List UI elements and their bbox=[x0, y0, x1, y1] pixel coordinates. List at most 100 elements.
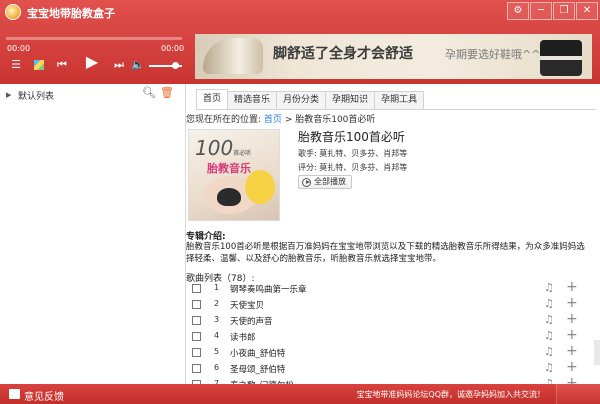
default-list-header[interactable]: ▶ 默认列表 🔍︎ 🗑︎ bbox=[0, 84, 185, 106]
settings-button[interactable]: ⚙ bbox=[507, 2, 529, 20]
app-logo-icon bbox=[5, 4, 21, 20]
restore-button[interactable]: ❐ bbox=[553, 2, 575, 20]
cover-title: 胎教音乐 bbox=[207, 162, 251, 175]
feedback-icon[interactable] bbox=[9, 389, 20, 399]
trash-icon[interactable]: 🗑︎ bbox=[160, 87, 174, 99]
app-title: 宝宝地带胎教盒子 bbox=[27, 7, 115, 20]
menu-icon: ☰ bbox=[11, 58, 21, 71]
song-title[interactable]: 天使宝贝 bbox=[230, 299, 264, 311]
music-note-icon[interactable]: ♫ bbox=[544, 281, 554, 294]
song-row[interactable]: 2 天使宝贝 ♫ + bbox=[186, 295, 582, 312]
minimize-button[interactable]: ─ bbox=[530, 2, 552, 20]
music-note-icon[interactable]: ♫ bbox=[544, 297, 554, 310]
album-artists: 歌手: 莫扎特、贝多芬、肖邦等 bbox=[298, 149, 408, 158]
song-checkbox[interactable] bbox=[192, 332, 201, 341]
playback-progress-slider[interactable] bbox=[6, 37, 182, 40]
main-content: 首页 精选音乐 月份分类 孕期知识 孕期工具 您现在所在的位置: 首页 > 胎教… bbox=[186, 84, 600, 391]
song-list: 1 钢琴奏鸣曲第一乐章 ♫ +2 天使宝贝 ♫ +3 天使的声音 ♫ +4 读书郎 ♫ +5 小夜曲_舒伯… bbox=[186, 279, 582, 392]
speaker-icon: 🔈 bbox=[131, 58, 145, 71]
feedback-link[interactable]: 意见反馈 bbox=[24, 388, 64, 403]
album-rating: 评分: 莫扎特、贝多芬、肖邦等 bbox=[298, 163, 408, 172]
song-number: 6 bbox=[214, 363, 220, 372]
banner-headline: 脚舒适了全身才会舒适 bbox=[273, 46, 413, 62]
song-row[interactable]: 1 钢琴奏鸣曲第一乐章 ♫ + bbox=[186, 279, 582, 296]
cover-baby-image bbox=[245, 170, 275, 204]
add-to-list-icon[interactable]: + bbox=[566, 359, 578, 375]
banner-tagline: 孕期要选好鞋哦^^ bbox=[445, 48, 541, 61]
add-to-list-icon[interactable]: + bbox=[566, 343, 578, 359]
music-note-icon[interactable]: ♫ bbox=[544, 313, 554, 326]
song-title[interactable]: 小夜曲_舒伯特 bbox=[230, 347, 285, 359]
play-all-label: 全部播放 bbox=[314, 177, 346, 186]
sidebar: ▶ 默认列表 🔍︎ 🗑︎ bbox=[0, 84, 186, 384]
volume-knob[interactable] bbox=[172, 62, 180, 69]
previous-icon: ⏮ bbox=[57, 58, 67, 71]
tab-featured-music[interactable]: 精选音乐 bbox=[227, 91, 278, 109]
song-row[interactable]: 5 小夜曲_舒伯特 ♫ + bbox=[186, 343, 582, 360]
add-to-list-icon[interactable]: + bbox=[566, 279, 578, 295]
add-to-list-icon[interactable]: + bbox=[566, 327, 578, 343]
previous-track-button[interactable]: ⏮ bbox=[55, 58, 69, 72]
next-icon: ⏭ bbox=[114, 58, 124, 71]
play-circle-icon bbox=[302, 177, 311, 187]
current-time: 00:00 bbox=[7, 44, 31, 53]
song-row[interactable]: 6 圣母颂_舒伯特 ♫ + bbox=[186, 359, 582, 376]
song-number: 4 bbox=[214, 331, 220, 340]
tab-bar: 首页 精选音乐 月份分类 孕期知识 孕期工具 bbox=[196, 89, 425, 109]
tab-pregnancy-tools[interactable]: 孕期工具 bbox=[374, 91, 425, 109]
music-note-icon[interactable]: ♫ bbox=[544, 361, 554, 374]
banner-shoes-image bbox=[540, 40, 582, 76]
vertical-scrollbar[interactable] bbox=[594, 340, 600, 365]
ad-banner[interactable]: 脚舒适了全身才会舒适 孕期要选好鞋哦^^ bbox=[195, 34, 592, 79]
song-checkbox[interactable] bbox=[192, 364, 201, 373]
total-time: 00:00 bbox=[161, 44, 185, 53]
music-note-icon[interactable]: ♫ bbox=[544, 329, 554, 342]
volume-slider[interactable] bbox=[149, 62, 182, 69]
playlist-menu-button[interactable]: ☰ bbox=[9, 58, 23, 72]
breadcrumb-home-link[interactable]: 首页 bbox=[264, 115, 282, 125]
footer-bar: 意见反馈 宝宝地带准妈妈论坛QQ群，诚邀孕妈妈加入共交流！ bbox=[0, 384, 600, 404]
song-checkbox[interactable] bbox=[192, 300, 201, 309]
expand-arrow-icon[interactable]: ▶ bbox=[6, 91, 11, 99]
close-button[interactable]: ✕ bbox=[576, 2, 598, 20]
song-title[interactable]: 钢琴奏鸣曲第一乐章 bbox=[230, 283, 307, 295]
palette-icon bbox=[34, 60, 44, 70]
song-row[interactable]: 3 天使的声音 ♫ + bbox=[186, 311, 582, 328]
song-checkbox[interactable] bbox=[192, 284, 201, 293]
song-checkbox[interactable] bbox=[192, 348, 201, 357]
search-icon[interactable]: 🔍︎ bbox=[142, 87, 156, 99]
song-checkbox[interactable] bbox=[192, 316, 201, 325]
song-number: 2 bbox=[214, 299, 220, 308]
breadcrumb: 您现在所在的位置: 首页 > 胎教音乐100首必听 bbox=[186, 112, 375, 125]
song-number: 5 bbox=[214, 347, 220, 356]
tab-monthly[interactable]: 月份分类 bbox=[276, 91, 327, 109]
add-to-list-icon[interactable]: + bbox=[566, 311, 578, 327]
footer-announcement[interactable]: 宝宝地带准妈妈论坛QQ群，诚邀孕妈妈加入共交流！ bbox=[356, 389, 545, 400]
breadcrumb-current: 胎教音乐100首必听 bbox=[295, 115, 376, 125]
tab-divider bbox=[196, 109, 596, 110]
song-title[interactable]: 天使的声音 bbox=[230, 315, 273, 327]
next-track-button[interactable]: ⏭ bbox=[112, 58, 126, 72]
footer-corner bbox=[556, 384, 600, 404]
tab-home[interactable]: 首页 bbox=[196, 89, 229, 109]
cover-number: 100首必听 bbox=[195, 136, 252, 160]
album-title: 胎教音乐100首必听 bbox=[298, 130, 405, 144]
song-row[interactable]: 4 读书郎 ♫ + bbox=[186, 327, 582, 344]
music-note-icon[interactable]: ♫ bbox=[544, 345, 554, 358]
play-all-button[interactable]: 全部播放 bbox=[298, 175, 352, 189]
play-button[interactable]: ▶ bbox=[82, 52, 102, 71]
title-bar: 宝宝地带胎教盒子 ⚙ ─ ❐ ✕ 00:00 00:00 ☰ ⏮ ▶ ⏭ 🔈 脚… bbox=[0, 0, 600, 84]
song-number: 3 bbox=[214, 315, 220, 324]
skin-button[interactable] bbox=[32, 58, 46, 74]
banner-feet-image bbox=[203, 38, 263, 74]
tab-pregnancy-knowledge[interactable]: 孕期知识 bbox=[325, 91, 376, 109]
window-controls: ⚙ ─ ❐ ✕ bbox=[506, 2, 598, 20]
volume-button[interactable]: 🔈 bbox=[131, 58, 145, 72]
song-title[interactable]: 圣母颂_舒伯特 bbox=[230, 363, 285, 375]
default-list-label: 默认列表 bbox=[18, 92, 55, 102]
add-to-list-icon[interactable]: + bbox=[566, 295, 578, 311]
song-number: 1 bbox=[214, 283, 220, 292]
album-intro-text: 胎教音乐100首必听是根据百万准妈妈在宝宝地带浏览以及下载的精选胎教音乐所得结果… bbox=[186, 242, 585, 264]
song-title[interactable]: 读书郎 bbox=[230, 331, 256, 343]
play-icon: ▶ bbox=[85, 52, 99, 71]
